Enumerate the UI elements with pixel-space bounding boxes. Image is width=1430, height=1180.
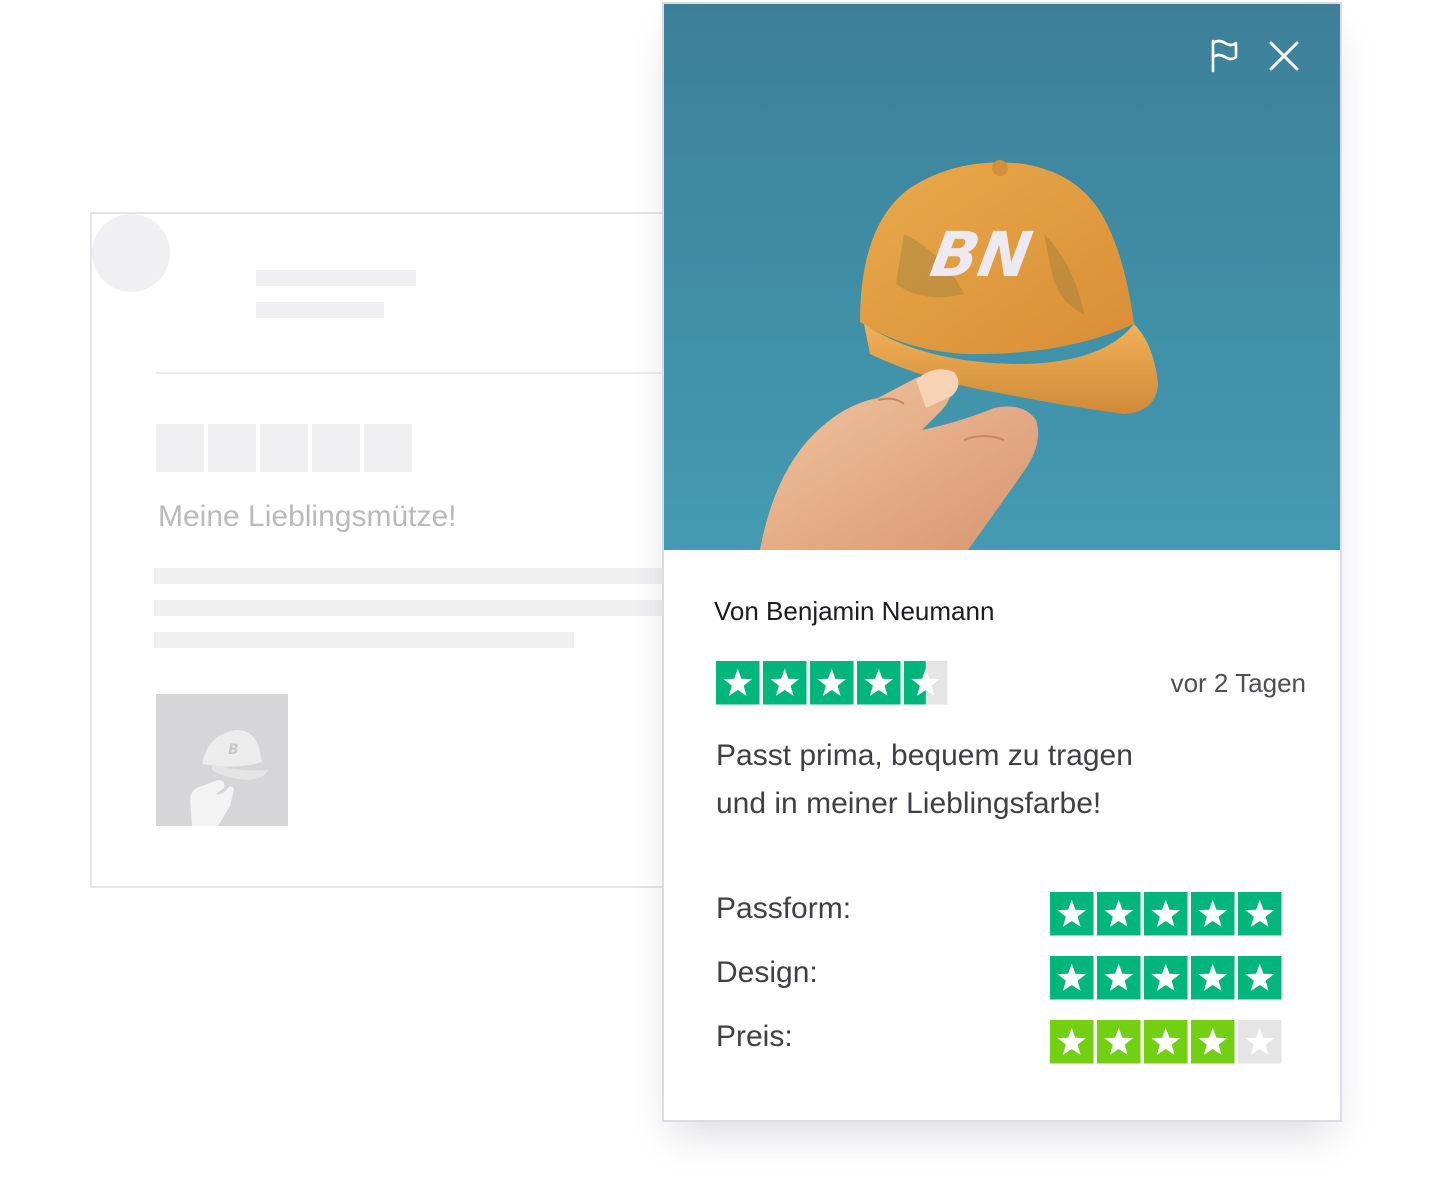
rating-star bbox=[857, 661, 901, 705]
criterion-label-price: Preis: bbox=[716, 1020, 793, 1053]
rating-star bbox=[1097, 956, 1141, 1000]
rating-star bbox=[1050, 1020, 1094, 1064]
criterion-rating-price bbox=[1050, 1020, 1282, 1069]
name-placeholder bbox=[256, 270, 416, 286]
background-review-card: Meine Lieblingsmütze! B bbox=[90, 212, 716, 888]
criterion-rating-design bbox=[1050, 956, 1282, 1005]
text-placeholder bbox=[154, 632, 574, 648]
review-text: Passt prima, bequem zu tragen und in mei… bbox=[716, 732, 1276, 828]
meta-placeholder bbox=[256, 302, 384, 318]
criterion-label-fit: Passform: bbox=[716, 892, 852, 925]
rating-star bbox=[1191, 956, 1235, 1000]
rating-star bbox=[1144, 892, 1188, 936]
rating-star bbox=[904, 661, 948, 705]
criterion-label-design: Design: bbox=[716, 956, 818, 989]
star-placeholder bbox=[364, 424, 412, 472]
close-button[interactable] bbox=[1264, 36, 1304, 76]
star-placeholder bbox=[156, 424, 204, 472]
text-placeholder bbox=[154, 568, 714, 584]
rating-star bbox=[716, 661, 760, 705]
rating-star bbox=[810, 661, 854, 705]
review-author: Von Benjamin Neumann bbox=[714, 596, 995, 626]
rating-star bbox=[1238, 1020, 1282, 1064]
rating-star bbox=[1050, 956, 1094, 1000]
rating-star bbox=[1050, 892, 1094, 936]
rating-star bbox=[1238, 892, 1282, 936]
svg-text:B: B bbox=[228, 742, 239, 758]
star-placeholder bbox=[312, 424, 360, 472]
review-card: BN Von Benjamin Neumann vor 2 Tagen Pass… bbox=[662, 2, 1342, 1122]
review-text-line: und in meiner Lieblingsfarbe! bbox=[716, 787, 1102, 820]
rating-star bbox=[1238, 956, 1282, 1000]
star-placeholder bbox=[208, 424, 256, 472]
flag-button[interactable] bbox=[1204, 36, 1244, 76]
rating-star bbox=[1191, 1020, 1235, 1064]
criterion-rating-fit bbox=[1050, 892, 1282, 941]
background-review-title: Meine Lieblingsmütze! bbox=[158, 500, 457, 533]
review-date: vor 2 Tagen bbox=[1170, 668, 1306, 698]
text-placeholder bbox=[154, 600, 714, 616]
flag-icon bbox=[1211, 39, 1238, 73]
review-photo: BN bbox=[664, 4, 1340, 550]
divider bbox=[156, 372, 716, 374]
avatar-placeholder bbox=[92, 214, 170, 292]
rating-star bbox=[1144, 1020, 1188, 1064]
rating-star bbox=[1144, 956, 1188, 1000]
star-placeholder bbox=[260, 424, 308, 472]
rating-star bbox=[1097, 892, 1141, 936]
review-text-line: Passt prima, bequem zu tragen bbox=[716, 739, 1133, 772]
close-icon bbox=[1269, 41, 1299, 71]
rating-star bbox=[763, 661, 807, 705]
cap-monogram: BN bbox=[925, 218, 1037, 290]
review-photo-thumbnail[interactable]: B bbox=[156, 694, 288, 826]
rating-star bbox=[1191, 892, 1235, 936]
rating-star bbox=[1097, 1020, 1141, 1064]
overall-star-rating bbox=[716, 661, 948, 710]
